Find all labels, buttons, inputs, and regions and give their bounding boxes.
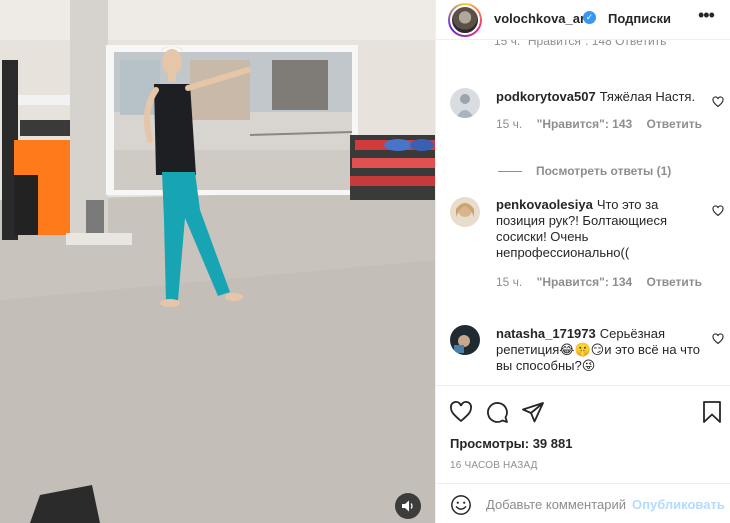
verified-badge-icon: ✓ xyxy=(583,11,596,24)
comment-username[interactable]: penkovaolesiya xyxy=(496,197,593,212)
following-button[interactable]: Подписки xyxy=(608,11,671,26)
view-replies-label: Посмотреть ответы (1) xyxy=(536,164,672,178)
share-icon[interactable] xyxy=(521,400,545,424)
comment-avatar[interactable] xyxy=(450,325,480,355)
comment-composer: Опубликовать xyxy=(436,483,730,523)
comment-time[interactable]: 15 ч. xyxy=(496,275,522,289)
comment-likes[interactable]: "Нравится": 134 xyxy=(537,275,633,289)
post-actions: Просмотры: 39 881 16 ЧАСОВ НАЗАД Опублик… xyxy=(436,385,730,523)
bookmark-icon[interactable] xyxy=(700,400,724,424)
instagram-post-modal: volochkova_art ✓ • Подписки ••• 15 ч. "Н… xyxy=(0,0,730,523)
partial-comment-meta: 15 ч. "Нравится": 148 Ответить xyxy=(494,40,667,48)
view-replies-button[interactable]: Посмотреть ответы (1) xyxy=(498,164,671,178)
reply-button[interactable]: Ответить xyxy=(647,275,702,289)
more-icon[interactable]: ••• xyxy=(698,5,715,26)
author-username[interactable]: volochkova_art xyxy=(494,11,589,26)
comment-text: Тяжёлая Настя. xyxy=(599,89,696,104)
comment-avatar[interactable] xyxy=(450,88,480,118)
comment-heart-icon[interactable] xyxy=(712,96,724,108)
post-timestamp[interactable]: 16 ЧАСОВ НАЗАД xyxy=(450,460,538,471)
comment-heart-icon[interactable] xyxy=(712,205,724,217)
post-header: volochkova_art ✓ • Подписки ••• xyxy=(436,0,730,40)
post-side-panel: volochkova_art ✓ • Подписки ••• 15 ч. "Н… xyxy=(435,0,730,523)
comment-input[interactable] xyxy=(486,492,626,516)
like-heart-icon[interactable] xyxy=(449,400,473,424)
reply-button[interactable]: Ответить xyxy=(647,117,702,131)
comment-body: natasha_171973 Серьёзная репетиция😂🤫😏и эт… xyxy=(496,326,701,374)
views-count[interactable]: Просмотры: 39 881 xyxy=(450,436,572,451)
comment-username[interactable]: podkorytova507 xyxy=(496,89,596,104)
comment-icon[interactable] xyxy=(485,400,509,424)
mute-button[interactable] xyxy=(395,493,421,519)
video-frame-illustration xyxy=(0,0,435,523)
comment-meta: 15 ч. "Нравится": 134 Ответить xyxy=(496,275,713,289)
comment-username[interactable]: natasha_171973 xyxy=(496,326,596,341)
author-avatar[interactable] xyxy=(448,3,482,37)
publish-button[interactable]: Опубликовать xyxy=(632,497,725,512)
comment-likes[interactable]: "Нравится": 143 xyxy=(537,117,633,131)
emoji-icon[interactable] xyxy=(450,494,472,516)
comment-body: podkorytova507 Тяжёлая Настя. xyxy=(496,89,701,105)
post-video[interactable] xyxy=(0,0,435,523)
comment-time[interactable]: 15 ч. xyxy=(496,117,522,131)
speaker-icon xyxy=(402,500,413,512)
comment-avatar[interactable] xyxy=(450,197,480,227)
comment-meta: 15 ч. "Нравится": 143 Ответить xyxy=(496,117,713,131)
comment-heart-icon[interactable] xyxy=(712,333,724,345)
replies-divider xyxy=(498,170,522,172)
comments-list[interactable]: 15 ч. "Нравится": 148 Ответить podkoryto… xyxy=(436,40,730,385)
comment-body: penkovaolesiya Что это за позиция рук?! Б… xyxy=(496,197,701,261)
